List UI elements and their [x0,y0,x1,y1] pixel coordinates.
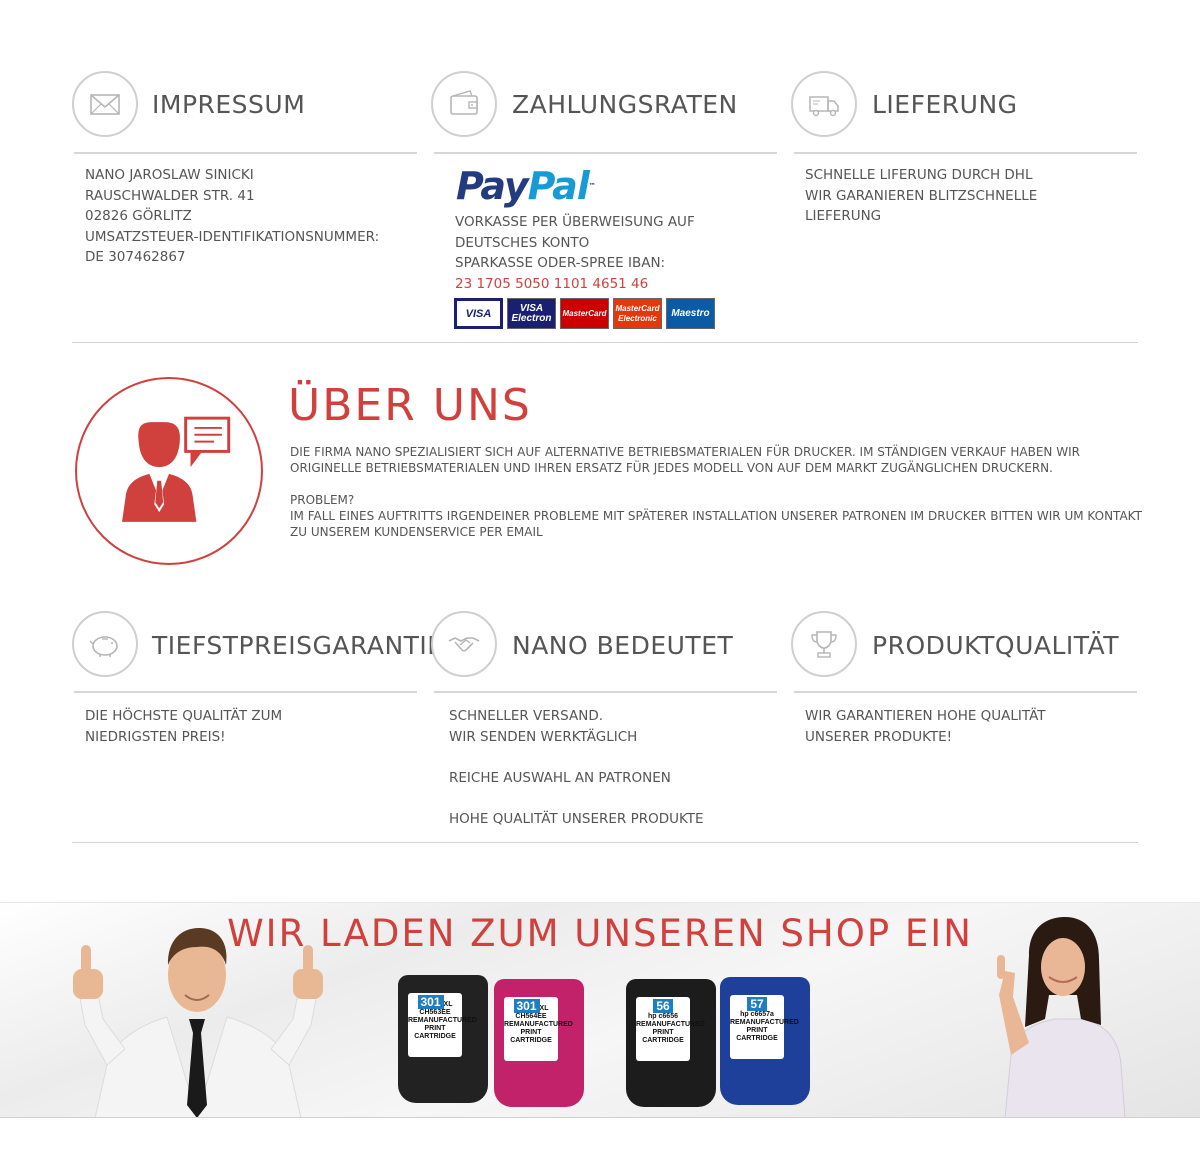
zahlungsraten-title: ZAHLUNGSRATEN [512,90,738,119]
footer-divider [0,1117,1200,1118]
zahlungsraten-text: VORKASSE PER ÜBERWEISUNG AUF DEUTSCHES K… [455,212,695,294]
impressum-divider [74,152,417,154]
tiefstpreisgarantie-title: TIEFSTPREISGARANTIE [152,631,444,660]
cartridge-56-black: 56 hp c6656 REMANUFACTURED PRINT CARTRID… [626,979,716,1107]
nano-bedeutet-divider [434,691,777,693]
piggy-bank-icon [72,611,138,677]
iban-number: 23 1705 5050 1101 4651 46 [455,275,649,292]
maestro-card-icon: Maestro [666,298,715,329]
problem-text: IM FALL EINES AUFTRITTS IRGENDEINER PROB… [290,509,1142,539]
cartridge-301xl-black: 301 XL CH563EE REMANUFACTURED PRINT CARTR… [398,975,488,1103]
nano-bedeutet-title: NANO BEDEUTET [512,631,734,660]
lieferung-text: SCHNELLE LIFERUNG DURCH DHL WIR GARANIER… [805,167,1038,224]
trophy-icon [791,611,857,677]
handshake-icon [431,611,497,677]
nano-bedeutet-text: SCHNELLER VERSAND. WIR SENDEN WERKTÄGLIC… [449,708,704,827]
section-divider-bottom [72,842,1138,843]
lieferung-divider [794,152,1137,154]
impressum-text: NANO JAROSLAW SINICKI RAUSCHWALDER STR. … [85,167,380,265]
cartridge-301xl-color: 301 XL CH564EE REMANUFACTURED PRINT CARTR… [494,979,584,1107]
mastercard-card-icon: MasterCard [560,298,609,329]
lieferung-title: LIEFERUNG [872,90,1018,119]
woman-pointing-image [997,917,1126,1118]
tiefstpreisgarantie-divider [74,691,417,693]
envelope-icon [72,71,138,137]
produktqualitaet-title: PRODUKTQUALITÄT [872,631,1120,660]
visa-electron-card-icon: VISA Electron [507,298,556,329]
produktqualitaet-divider [794,691,1137,693]
truck-icon [791,71,857,137]
mastercard-electronic-card-icon: MasterCard Electronic [613,298,662,329]
problem-label: PROBLEM? [290,493,355,507]
produktqualitaet-text: WIR GARANTIEREN HOHE QUALITÄT UNSERER PR… [805,708,1046,745]
about-title: ÜBER UNS [288,380,532,431]
visa-card-icon: VISA [454,298,503,329]
impressum-title: IMPRESSUM [152,90,306,119]
payment-cards: VISA VISA Electron MasterCard MasterCard… [454,298,715,329]
about-paragraph: DIE FIRMA NANO SPEZIALISIERT SICH AUF AL… [290,445,1080,475]
tiefstpreisgarantie-text: DIE HÖCHSTE QUALITÄT ZUM NIEDRIGSTEN PRE… [85,708,283,745]
customer-service-person-icon [75,377,263,565]
wallet-icon [431,71,497,137]
section-divider-top [72,342,1138,343]
zahlungsraten-divider [434,152,777,154]
shop-banner[interactable]: WIR LADEN ZUM UNSEREN SHOP EIN 301 XL CH5… [0,902,1200,1118]
man-thumbs-up-image [73,927,323,1118]
cartridge-57-color: 57 hp c6657a REMANUFACTURED PRINT CARTRI… [720,977,810,1105]
paypal-logo: PayPal™ [456,164,596,208]
